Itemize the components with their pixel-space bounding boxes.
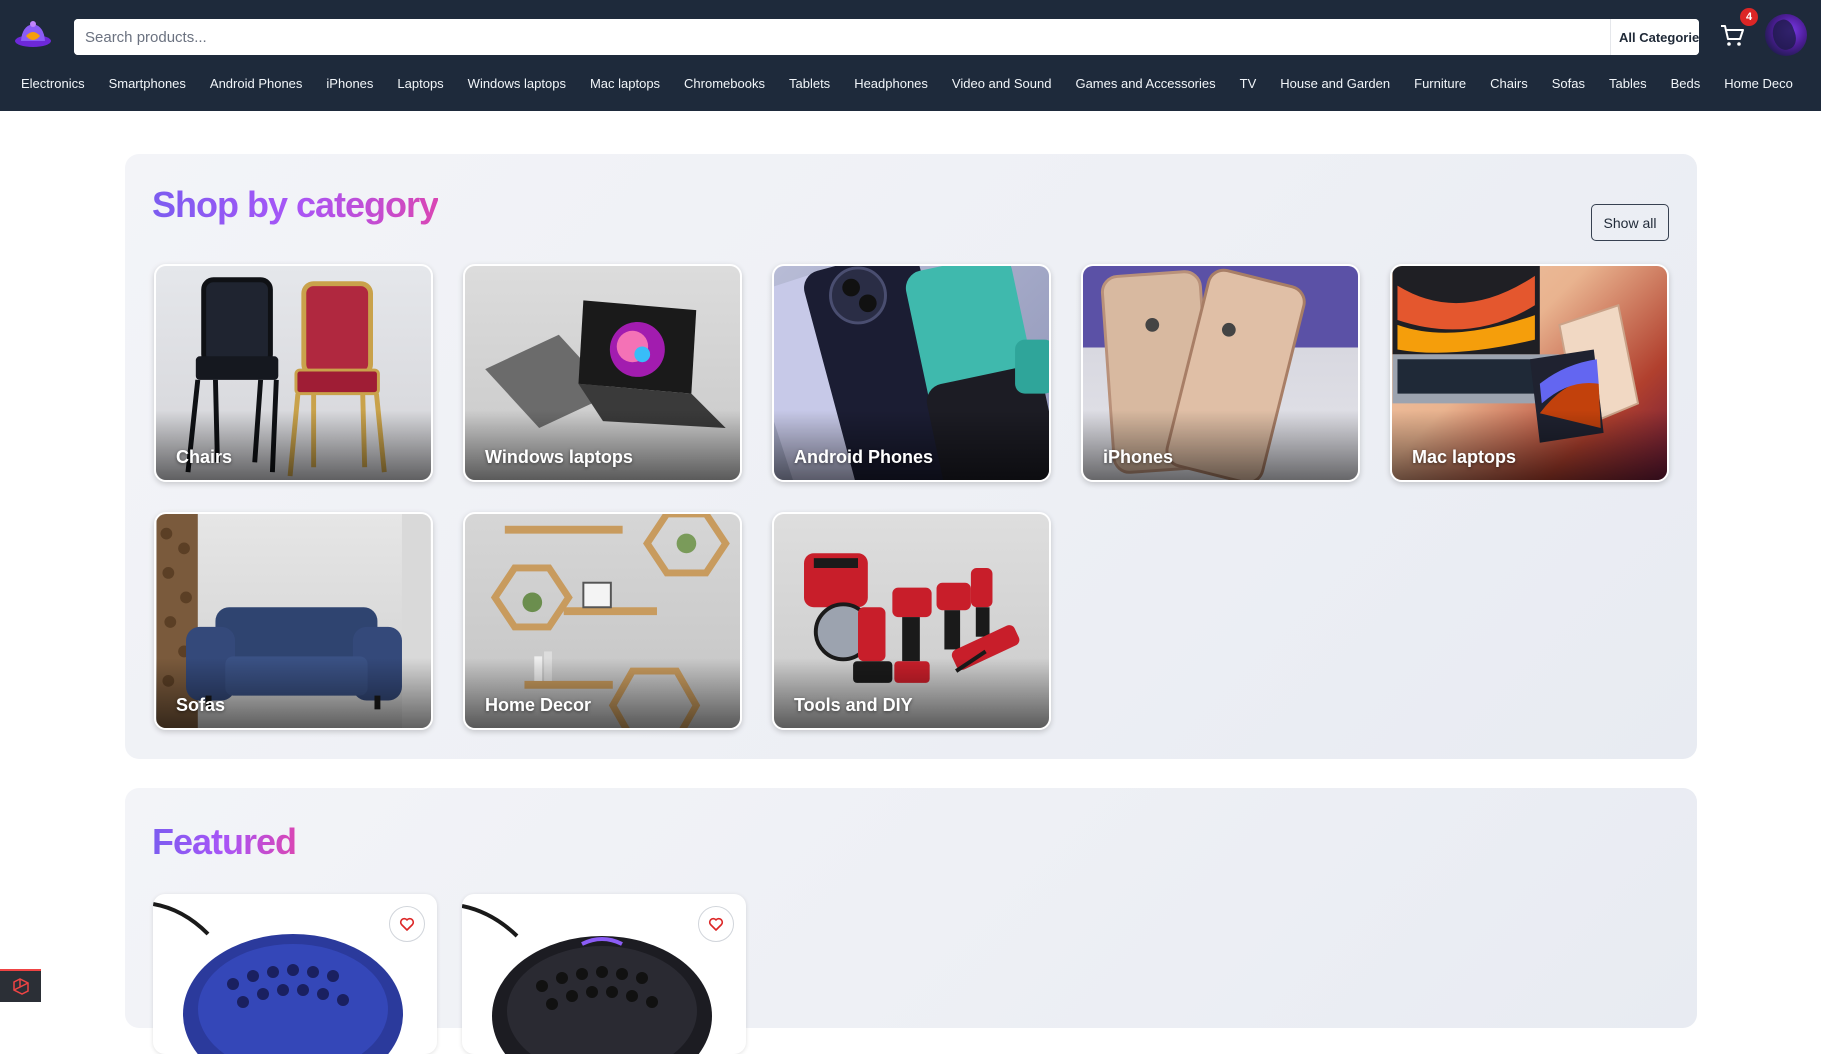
nav-item-laptops[interactable]: Laptops: [385, 72, 455, 96]
nav-item-furniture[interactable]: Furniture: [1402, 72, 1478, 96]
category-select[interactable]: All Categories: [1610, 19, 1699, 55]
category-label: Tools and DIY: [794, 695, 913, 715]
nav-item-chairs[interactable]: Chairs: [1478, 72, 1540, 96]
category-card-tools-and-diy[interactable]: Tools and DIY: [772, 512, 1051, 730]
nav-item-headphones[interactable]: Headphones: [842, 72, 940, 96]
shop-by-category-section: Shop by category Show all Chairs Windows…: [125, 154, 1697, 759]
section-title: Featured: [152, 821, 297, 862]
category-card-home-decor[interactable]: Home Decor: [463, 512, 742, 730]
heart-icon: [708, 917, 724, 931]
category-card-android-phones[interactable]: Android Phones: [772, 264, 1051, 482]
nav-item-tv[interactable]: TV: [1228, 72, 1269, 96]
debug-toolbar-toggle[interactable]: [0, 969, 41, 1002]
favorite-button[interactable]: [698, 906, 734, 942]
category-card-mac-laptops[interactable]: Mac laptops: [1390, 264, 1669, 482]
product-card[interactable]: [462, 894, 746, 1054]
category-label: Chairs: [176, 447, 233, 467]
cart-count-badge: 4: [1738, 6, 1760, 28]
nav-item-mac-laptops[interactable]: Mac laptops: [578, 72, 672, 96]
logo-icon: [15, 21, 51, 47]
framework-logo-icon: [12, 977, 29, 995]
search-input[interactable]: [74, 19, 1534, 55]
category-label: Mac laptops: [1412, 447, 1517, 467]
featured-section: Featured: [125, 788, 1697, 1054]
category-label: Home Decor: [485, 695, 592, 715]
section-title: Shop by category: [152, 184, 439, 225]
show-all-button[interactable]: Show all: [1591, 204, 1669, 241]
category-select-value: All Categories: [1619, 29, 1699, 45]
site-logo[interactable]: [12, 14, 54, 56]
product-card[interactable]: [153, 894, 437, 1054]
nav-item-iphones[interactable]: iPhones: [314, 72, 385, 96]
nav-item-tables[interactable]: Tables: [1597, 72, 1659, 96]
favorite-button[interactable]: [389, 906, 425, 942]
category-card-windows-laptops[interactable]: Windows laptops: [463, 264, 742, 482]
nav-item-tablets[interactable]: Tablets: [777, 72, 842, 96]
nav-item-video-and-sound[interactable]: Video and Sound: [940, 72, 1064, 96]
category-label: iPhones: [1103, 447, 1174, 467]
nav-item-house-and-garden[interactable]: House and Garden: [1268, 72, 1402, 96]
category-label: Android Phones: [794, 447, 933, 467]
top-bar: All Categories 4 Electronics Smartphones…: [0, 0, 1821, 111]
nav-item-home-deco[interactable]: Home Deco: [1712, 72, 1805, 96]
nav-item-electronics[interactable]: Electronics: [0, 72, 97, 96]
category-card-chairs[interactable]: Chairs: [154, 264, 433, 482]
heart-icon: [399, 917, 415, 931]
category-label: Sofas: [176, 695, 226, 715]
category-card-sofas[interactable]: Sofas: [154, 512, 433, 730]
nav-item-sofas[interactable]: Sofas: [1540, 72, 1597, 96]
category-nav: Electronics Smartphones Android Phones i…: [0, 72, 1821, 96]
nav-item-smartphones[interactable]: Smartphones: [97, 72, 198, 96]
nav-item-beds[interactable]: Beds: [1659, 72, 1713, 96]
nav-item-games-and-accessories[interactable]: Games and Accessories: [1063, 72, 1227, 96]
nav-item-windows-laptops[interactable]: Windows laptops: [456, 72, 578, 96]
search-bar: All Categories: [74, 19, 1699, 55]
avatar[interactable]: [1765, 14, 1807, 56]
category-card-iphones[interactable]: iPhones: [1081, 264, 1360, 482]
nav-item-android-phones[interactable]: Android Phones: [198, 72, 315, 96]
nav-item-chromebooks[interactable]: Chromebooks: [672, 72, 777, 96]
category-label: Windows laptops: [485, 447, 633, 467]
